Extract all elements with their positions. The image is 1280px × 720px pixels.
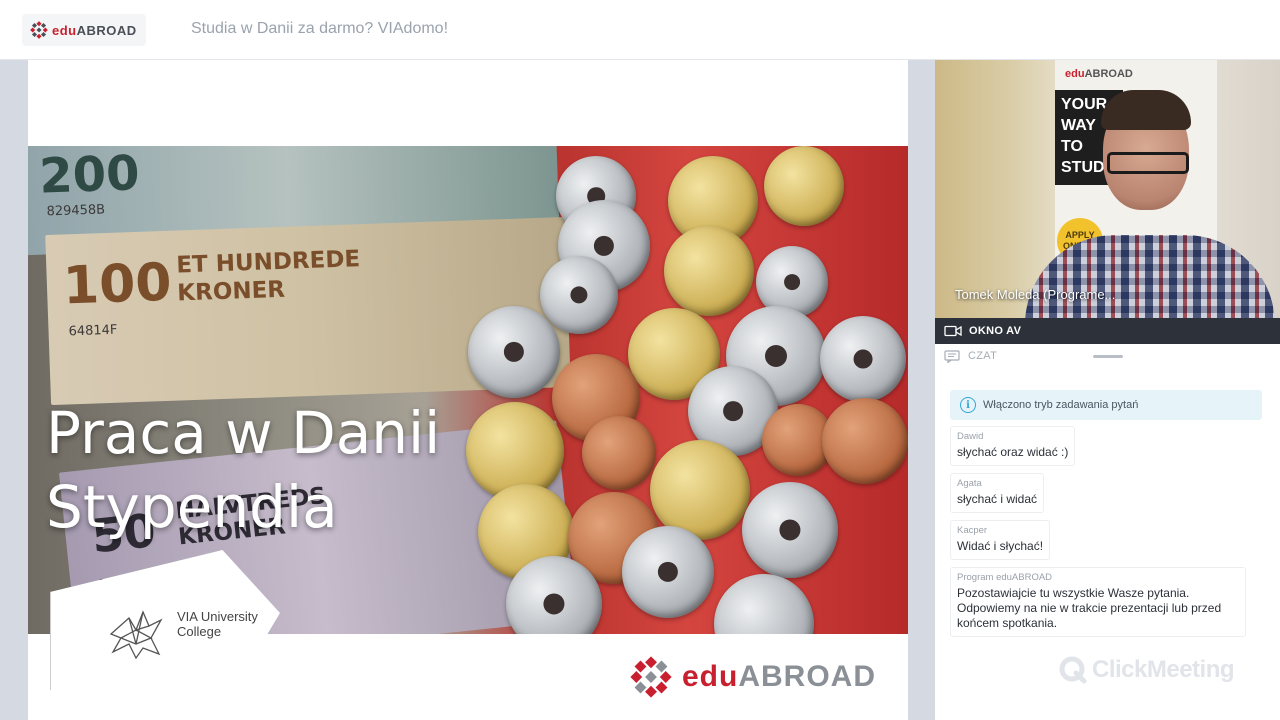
message-author: Dawid <box>957 431 984 442</box>
coin <box>540 256 618 334</box>
chat-message: Program eduABROAD Pozostawiajcie tu wszy… <box>950 567 1246 637</box>
slide-heading-line2: Stypendia <box>46 473 338 541</box>
slide-photo-danish-money: 200 829458B 100 ET HUNDREDE KRONER 64814… <box>28 146 908 634</box>
message-author: Program eduABROAD <box>957 572 1053 583</box>
chat-label: CZAT <box>968 350 998 362</box>
info-icon: i <box>960 397 976 413</box>
notice-text: Włączono tryb zadawania pytań <box>983 399 1139 411</box>
webinar-title: Studia w Danii za darmo? VIAdomo! <box>191 20 449 37</box>
clickmeeting-logo-icon <box>1059 656 1087 684</box>
av-window-label: OKNO AV <box>969 325 1022 337</box>
chat-icon <box>944 349 960 363</box>
message-text: słychać i widać <box>957 492 1038 506</box>
presentation-slide: 200 829458B 100 ET HUNDREDE KRONER 64814… <box>28 60 908 720</box>
message-text: Pozostawiajcie tu wszystkie Wasze pytani… <box>957 586 1222 630</box>
chat-message: Agata słychać i widać <box>950 473 1045 513</box>
panel-resize-handle[interactable] <box>1093 355 1123 358</box>
coin <box>820 316 906 402</box>
top-header: eduABROAD Studia w Danii za darmo? VIAdo… <box>0 0 1280 60</box>
coin <box>582 416 656 490</box>
clickmeeting-watermark: ClickMeeting <box>1058 655 1235 685</box>
clickmeeting-text: ClickMeeting <box>1092 656 1235 683</box>
right-panel: eduABROAD YOUR WAY TO STUDY APPLY ONLINE… <box>935 60 1280 720</box>
coin <box>714 574 814 634</box>
eduabroad-logo[interactable]: eduABROAD <box>22 14 146 46</box>
presentation-area: 200 829458B 100 ET HUNDREDE KRONER 64814… <box>0 60 935 720</box>
slide-heading: Praca w Danii Stypendia <box>46 396 440 544</box>
message-text: słychać oraz widać :) <box>957 445 1069 459</box>
coin <box>742 482 838 578</box>
slide-heading-line1: Praca w Danii <box>46 399 441 467</box>
slide-eduabroad-logo: eduABROAD <box>630 656 876 698</box>
eduabroad-logo-icon <box>630 656 672 698</box>
coin <box>664 226 754 316</box>
coin <box>468 306 560 398</box>
coin <box>650 440 750 540</box>
eduabroad-logo-icon <box>30 21 48 39</box>
chat-message: Kacper Widać i słychać! <box>950 520 1051 560</box>
coin <box>822 398 908 484</box>
slide-logo-text: eduABROAD <box>682 660 877 693</box>
question-mode-notice: i Włączono tryb zadawania pytań <box>950 390 1262 420</box>
speaker-name: Tomek Moleda (Programe... <box>955 287 1116 302</box>
banner-logo: eduABROAD <box>1065 68 1133 80</box>
av-window-bar[interactable]: OKNO AV <box>935 318 1280 344</box>
via-logo-text: VIA University College <box>177 609 258 639</box>
coin <box>764 146 844 226</box>
message-text: Widać i słychać! <box>957 539 1044 553</box>
message-author: Kacper <box>957 525 988 536</box>
coin <box>622 526 714 618</box>
camera-icon <box>944 325 962 337</box>
presenter-hair <box>1101 90 1191 130</box>
chat-message: Dawid słychać oraz widać :) <box>950 426 1076 466</box>
via-logo-icon <box>109 610 163 660</box>
presenter-video[interactable]: eduABROAD YOUR WAY TO STUDY APPLY ONLINE… <box>935 60 1280 318</box>
presenter-glasses <box>1107 152 1189 174</box>
message-author: Agata <box>957 478 982 489</box>
logo-text: eduABROAD <box>52 22 137 38</box>
